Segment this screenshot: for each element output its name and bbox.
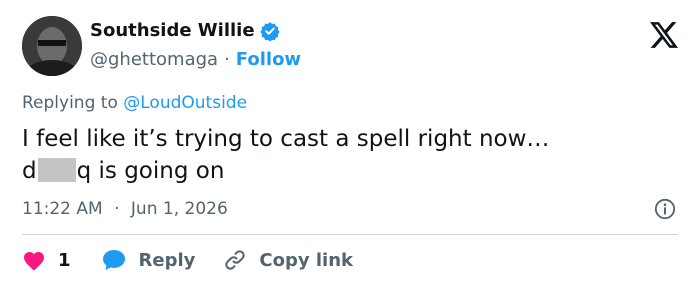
replying-prefix: Replying to <box>22 93 118 113</box>
like-button[interactable]: 1 <box>22 249 71 271</box>
copy-link-button[interactable]: Copy link <box>223 248 353 272</box>
follow-button[interactable]: Follow <box>236 49 301 70</box>
copy-link-label: Copy link <box>259 249 353 271</box>
replying-to: Replying to @LoudOutside <box>22 93 247 113</box>
divider <box>22 234 678 235</box>
tweet-text: I feel like it’s trying to cast a spell … <box>22 123 662 187</box>
tweet-date: Jun 1, 2026 <box>130 199 228 219</box>
replying-mention-link[interactable]: @LoudOutside <box>123 93 247 113</box>
reply-label: Reply <box>138 249 196 271</box>
speech-bubble-icon <box>102 250 125 270</box>
tweet-line-2-start: d <box>22 158 37 184</box>
avatar[interactable] <box>22 16 82 76</box>
tweet-line-2-end: q is going on <box>76 158 225 184</box>
author-display-name[interactable]: Southside Willie <box>90 20 255 41</box>
info-icon[interactable] <box>654 198 676 220</box>
tweet-time: 11:22 AM <box>22 199 103 219</box>
x-logo-icon[interactable] <box>650 22 678 48</box>
censored-word-block <box>37 158 76 182</box>
action-bar: 1 Reply Copy link <box>22 248 353 272</box>
author-handle[interactable]: @ghettomaga <box>90 49 218 70</box>
verified-badge-icon <box>259 21 280 41</box>
tweet-timestamp[interactable]: 11:22 AM · Jun 1, 2026 <box>22 199 228 219</box>
reply-button[interactable]: Reply <box>101 248 196 272</box>
like-count: 1 <box>58 249 71 271</box>
link-icon <box>225 250 246 270</box>
timestamp-separator: · <box>114 199 120 219</box>
tweet-line-2: d q is going on <box>22 155 662 187</box>
tweet-line-1: I feel like it’s trying to cast a spell … <box>22 126 550 152</box>
handle-separator: · <box>224 49 230 70</box>
heart-icon <box>24 252 44 271</box>
